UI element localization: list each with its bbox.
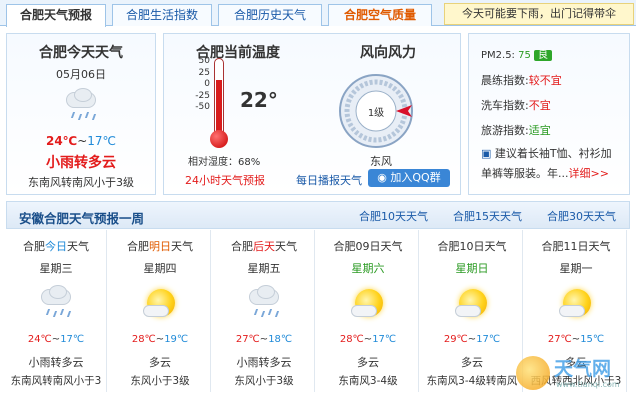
day-temp-high: 28℃ [339, 334, 364, 345]
partly-cloudy-icon [557, 283, 597, 323]
day-temp-low: 18℃ [268, 334, 293, 345]
day-temp-low: 15℃ [580, 334, 605, 345]
day-name-pre: 合肥 [333, 240, 356, 253]
day-name: 合肥明日天气 [110, 238, 210, 254]
day-name: 合肥11日天气 [526, 238, 626, 254]
day-name-highlight: 今日 [45, 240, 67, 253]
day-desc: 多云 [357, 356, 379, 369]
day-column: 合肥09日天气 星期六 28℃~17℃ 多云 东南风3-4级 [318, 230, 419, 392]
day-desc: 小雨转多云 [28, 356, 84, 369]
partly-cloudy-icon [453, 283, 493, 323]
day-temp-low: 17℃ [476, 334, 501, 345]
day-column: 合肥今日天气 星期三 24℃~17℃ 小雨转多云 东南风转南风小于3 [6, 230, 107, 392]
day-name-highlight: 11日 [563, 240, 589, 253]
day-wind: 东南风3-4级转南风 [426, 375, 518, 387]
day-name-pre: 合肥 [23, 240, 45, 253]
partly-cloudy-icon [349, 283, 389, 323]
day-temp-high: 27℃ [547, 334, 572, 345]
day-name-pre: 合肥 [437, 240, 460, 253]
day-name-post: 天气 [484, 240, 507, 253]
partly-cloudy-icon [141, 283, 181, 323]
day-name-highlight: 明日 [149, 240, 171, 253]
day-wind: 东风小于3级 [234, 375, 294, 387]
day-weekday: 星期四 [143, 262, 177, 275]
day-desc: 多云 [149, 356, 171, 369]
day-name-highlight: 10日 [459, 240, 485, 253]
rain-cloud-icon [245, 283, 285, 323]
day-weekday: 星期日 [455, 262, 489, 275]
day-name-pre: 合肥 [231, 240, 253, 253]
day-temp: 27℃~15℃ [547, 334, 605, 345]
day-temp-low: 17℃ [372, 334, 397, 345]
day-weekday: 星期五 [247, 262, 281, 275]
day-column: 合肥明日天气 星期四 28℃~19℃ 多云 东风小于3级 [110, 230, 211, 392]
day-name-highlight: 09日 [355, 240, 381, 253]
day-name-post: 天气 [275, 240, 297, 253]
watermark-sub: www.tianqi.com [556, 380, 620, 389]
day-temp: 28℃~17℃ [339, 334, 397, 345]
day-name-post: 天气 [588, 240, 611, 253]
day-weekday: 星期一 [559, 262, 593, 275]
day-temp-low: 19℃ [164, 334, 189, 345]
day-name-post: 天气 [67, 240, 89, 253]
day-name-post: 天气 [171, 240, 193, 253]
day-temp-high: 24℃ [27, 334, 52, 345]
day-desc: 小雨转多云 [236, 356, 292, 369]
day-wind: 东风小于3级 [130, 375, 190, 387]
rain-cloud-icon [37, 283, 77, 323]
day-name: 合肥10日天气 [422, 238, 522, 254]
day-column: 合肥10日天气 星期日 29℃~17℃ 多云 东南风3-4级转南风 [422, 230, 523, 392]
day-wind: 东南风转南风小于3 [10, 375, 102, 387]
day-temp: 28℃~19℃ [131, 334, 189, 345]
day-name-pre: 合肥 [541, 240, 564, 253]
week-forecast: 合肥今日天气 星期三 24℃~17℃ 小雨转多云 东南风转南风小于3 合肥明日天气 星期四 2… [6, 0, 630, 400]
day-column: 合肥后天天气 星期五 27℃~18℃ 小雨转多云 东风小于3级 [214, 230, 315, 392]
day-wind: 东南风3-4级 [338, 375, 398, 387]
day-name-pre: 合肥 [127, 240, 149, 253]
day-weekday: 星期六 [351, 262, 385, 275]
day-temp-high: 29℃ [443, 334, 468, 345]
day-desc: 多云 [461, 356, 483, 369]
day-temp-high: 28℃ [131, 334, 156, 345]
day-temp: 27℃~18℃ [235, 334, 293, 345]
day-name: 合肥今日天气 [6, 238, 106, 254]
day-name: 合肥09日天气 [318, 238, 418, 254]
day-temp: 24℃~17℃ [27, 334, 85, 345]
day-weekday: 星期三 [39, 262, 73, 275]
sun-logo-icon [516, 356, 550, 390]
day-name: 合肥后天天气 [214, 238, 314, 254]
day-name-post: 天气 [380, 240, 403, 253]
watermark: 天气网 www.tianqi.com [514, 352, 632, 396]
watermark-text: 天气网 [554, 358, 612, 380]
day-temp-high: 27℃ [235, 334, 260, 345]
day-name-highlight: 后天 [253, 240, 275, 253]
day-temp: 29℃~17℃ [443, 334, 501, 345]
day-temp-low: 17℃ [60, 334, 85, 345]
